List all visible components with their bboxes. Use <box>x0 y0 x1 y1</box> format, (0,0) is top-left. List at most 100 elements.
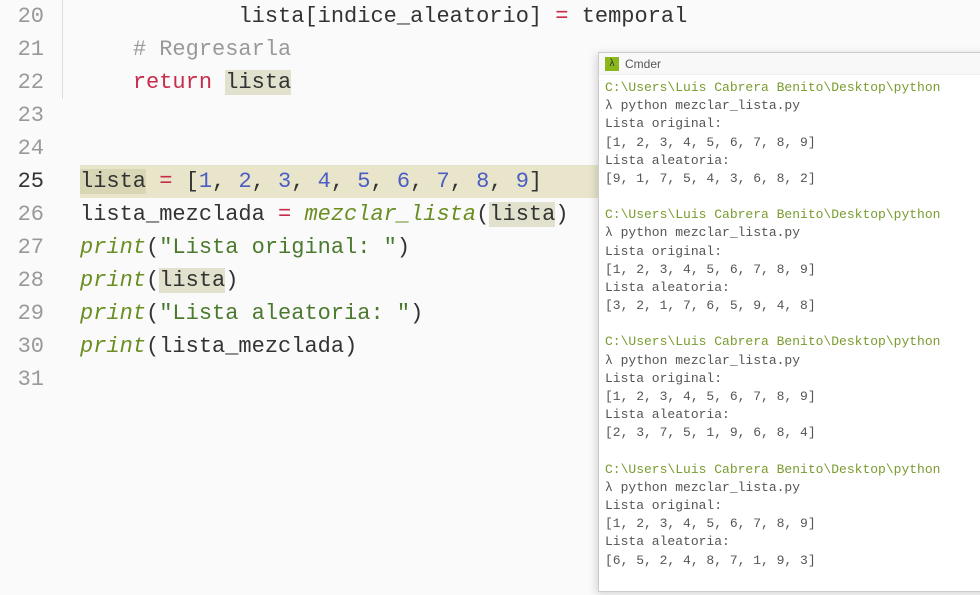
code-token: ] <box>529 169 542 194</box>
terminal-output-line: Lista aleatoria: <box>605 279 980 297</box>
indent-guide <box>62 165 80 198</box>
indent-guide <box>62 231 80 264</box>
code-token: ( <box>146 268 159 293</box>
code-token: 2 <box>238 169 251 194</box>
indent-guide <box>62 132 80 165</box>
line-number: 20 <box>0 0 62 33</box>
code-token: 7 <box>436 169 449 194</box>
code-token: temporal <box>582 4 688 29</box>
terminal-command: λ python mezclar_lista.py <box>605 352 980 370</box>
code-token: ) <box>410 301 423 326</box>
code-line[interactable]: 20 lista[indice_aleatorio] = temporal <box>0 0 980 33</box>
terminal-title-text: Cmder <box>625 57 661 71</box>
lambda-icon: λ <box>605 57 619 71</box>
code-token: ( <box>146 235 159 260</box>
code-token: ) <box>555 202 568 227</box>
code-token: indice_aleatorio <box>318 4 529 29</box>
code-content[interactable]: lista[indice_aleatorio] = temporal <box>80 0 980 33</box>
code-token <box>265 202 278 227</box>
terminal-output-line: Lista original: <box>605 370 980 388</box>
code-token: , <box>291 169 317 194</box>
code-token: lista <box>159 268 225 293</box>
terminal-command: λ python mezclar_lista.py <box>605 224 980 242</box>
code-token: ( <box>476 202 489 227</box>
code-token: lista_mezclada <box>159 334 344 359</box>
code-token: 5 <box>357 169 370 194</box>
code-token: 9 <box>516 169 529 194</box>
code-token: print <box>80 301 146 326</box>
code-token <box>172 169 185 194</box>
terminal-output-line: [1, 2, 3, 4, 5, 6, 7, 8, 9] <box>605 515 980 533</box>
terminal-output-line: Lista aleatoria: <box>605 152 980 170</box>
code-token <box>146 169 159 194</box>
code-token: ( <box>146 301 159 326</box>
code-token: [ <box>186 169 199 194</box>
terminal-output-line: [6, 5, 2, 4, 8, 7, 1, 9, 3] <box>605 552 980 570</box>
code-token: = <box>278 202 291 227</box>
code-token: , <box>252 169 278 194</box>
code-token <box>569 4 582 29</box>
code-token: return <box>133 70 212 95</box>
code-token: "Lista aleatoria: " <box>159 301 410 326</box>
line-number: 30 <box>0 330 62 363</box>
code-token: , <box>450 169 476 194</box>
code-token <box>291 202 304 227</box>
terminal-output-line: [1, 2, 3, 4, 5, 6, 7, 8, 9] <box>605 388 980 406</box>
terminal-run: C:\Users\Luis Cabrera Benito\Desktop\pyt… <box>605 206 980 315</box>
line-number: 29 <box>0 297 62 330</box>
code-token: 3 <box>278 169 291 194</box>
terminal-window[interactable]: λ Cmder C:\Users\Luis Cabrera Benito\Des… <box>598 52 980 592</box>
terminal-path: C:\Users\Luis Cabrera Benito\Desktop\pyt… <box>605 461 980 479</box>
indent-guide <box>62 198 80 231</box>
code-token: lista <box>225 70 291 95</box>
terminal-command: λ python mezclar_lista.py <box>605 97 980 115</box>
terminal-output-line: Lista aleatoria: <box>605 533 980 551</box>
code-token: , <box>370 169 396 194</box>
code-token: = <box>555 4 568 29</box>
line-number: 23 <box>0 99 62 132</box>
code-token: ] <box>529 4 542 29</box>
code-token: "Lista original: " <box>159 235 397 260</box>
code-token: print <box>80 235 146 260</box>
terminal-path: C:\Users\Luis Cabrera Benito\Desktop\pyt… <box>605 333 980 351</box>
code-token: # Regresarla <box>133 37 291 62</box>
line-number: 25 <box>0 165 62 198</box>
terminal-titlebar[interactable]: λ Cmder <box>599 53 980 75</box>
code-token: 6 <box>397 169 410 194</box>
indent-guide <box>62 0 80 33</box>
terminal-output-line: [3, 2, 1, 7, 6, 5, 9, 4, 8] <box>605 297 980 315</box>
terminal-output-line: Lista original: <box>605 243 980 261</box>
indent-guide <box>62 66 80 99</box>
indent-guide <box>62 330 80 363</box>
terminal-output-line: Lista aleatoria: <box>605 406 980 424</box>
terminal-output-line: [1, 2, 3, 4, 5, 6, 7, 8, 9] <box>605 261 980 279</box>
terminal-output-line: [1, 2, 3, 4, 5, 6, 7, 8, 9] <box>605 134 980 152</box>
code-token: , <box>410 169 436 194</box>
code-token: lista <box>238 4 304 29</box>
code-token: print <box>80 334 146 359</box>
code-token: lista <box>489 202 555 227</box>
code-token: ) <box>225 268 238 293</box>
terminal-content[interactable]: C:\Users\Luis Cabrera Benito\Desktop\pyt… <box>599 75 980 592</box>
indent-guide <box>62 297 80 330</box>
terminal-command: λ python mezclar_lista.py <box>605 479 980 497</box>
code-token: [ <box>304 4 317 29</box>
terminal-output-line: Lista original: <box>605 115 980 133</box>
line-number: 28 <box>0 264 62 297</box>
code-token: ) <box>344 334 357 359</box>
terminal-path: C:\Users\Luis Cabrera Benito\Desktop\pyt… <box>605 206 980 224</box>
terminal-output-line: [9, 1, 7, 5, 4, 3, 6, 8, 2] <box>605 170 980 188</box>
code-token: = <box>159 169 172 194</box>
code-token: 8 <box>476 169 489 194</box>
code-token: 4 <box>318 169 331 194</box>
indent-guide <box>62 99 80 132</box>
code-token: mezclar_lista <box>304 202 476 227</box>
terminal-output-line: [2, 3, 7, 5, 1, 9, 6, 8, 4] <box>605 424 980 442</box>
line-number: 27 <box>0 231 62 264</box>
indent-guide <box>62 264 80 297</box>
indent-guide <box>62 33 80 66</box>
line-number: 22 <box>0 66 62 99</box>
indent-guide <box>62 363 80 396</box>
code-token: , <box>331 169 357 194</box>
line-number: 31 <box>0 363 62 396</box>
